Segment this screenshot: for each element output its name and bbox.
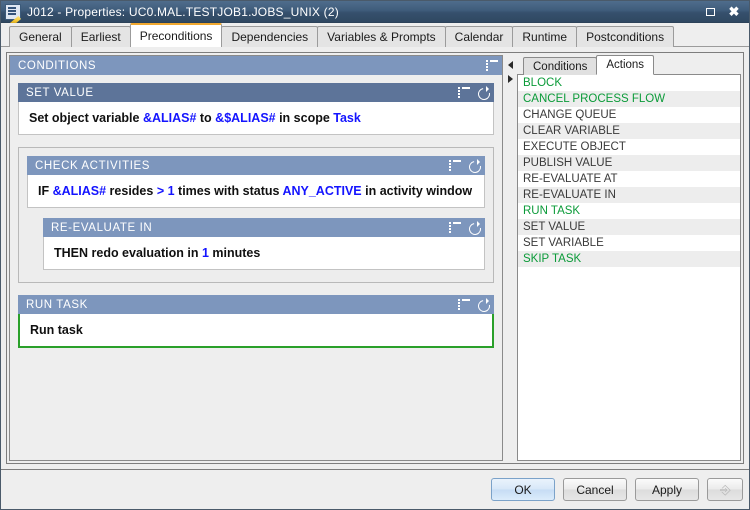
check-activities-header: CHECK ACTIVITIES <box>27 156 485 175</box>
refresh-icon[interactable] <box>468 221 481 234</box>
conditions-panel-title: CONDITIONS <box>18 59 97 72</box>
condition-card-check-activities: CHECK ACTIVITIES IF &ALIAS# resides > 1 … <box>18 147 494 283</box>
run-task-title: RUN TASK <box>26 298 88 311</box>
close-button[interactable]: ✖ <box>723 3 745 21</box>
token-highlight: 1 <box>201 246 209 260</box>
token-highlight: Task <box>333 111 361 125</box>
tab-conditions[interactable]: Conditions <box>523 57 598 75</box>
list-item[interactable]: RE-EVALUATE IN <box>518 187 740 203</box>
list-icon[interactable] <box>458 299 470 310</box>
properties-window: J012 - Properties: UC0.MAL.TESTJOB1.JOBS… <box>0 0 750 510</box>
tab-label: Actions <box>606 59 645 71</box>
list-icon[interactable] <box>449 222 461 233</box>
refresh-icon[interactable] <box>477 86 490 99</box>
token-highlight: ANY_ACTIVE <box>282 184 362 198</box>
title-bar[interactable]: J012 - Properties: UC0.MAL.TESTJOB1.JOBS… <box>1 1 749 23</box>
tab-label: Preconditions <box>139 29 213 43</box>
re-evaluate-in-header: RE-EVALUATE IN <box>43 218 485 237</box>
script-disabled-icon: ⎆ <box>720 481 730 497</box>
maximize-button[interactable] <box>699 3 721 21</box>
set-value-text[interactable]: Set object variable &ALIAS# to &$ALIAS# … <box>18 102 494 135</box>
tab-runtime[interactable]: Runtime <box>512 26 578 47</box>
tab-earliest[interactable]: Earliest <box>70 26 131 47</box>
list-item[interactable]: CHANGE QUEUE <box>518 107 740 123</box>
main-tab-strip: General Earliest Preconditions Dependenc… <box>1 23 749 47</box>
dialog-footer: OK Cancel Apply ⎆ <box>1 469 749 509</box>
tab-variables-prompts[interactable]: Variables & Prompts <box>317 26 446 47</box>
conditions-pane: CONDITIONS SET VALUE Set object variable… <box>9 55 503 461</box>
condition-card-run-task: RUN TASK Run task <box>18 295 494 348</box>
list-item[interactable]: PUBLISH VALUE <box>518 155 740 171</box>
actions-list[interactable]: BLOCK CANCEL PROCESS FLOW CHANGE QUEUE C… <box>517 75 741 461</box>
tab-label: Variables & Prompts <box>327 30 436 44</box>
list-item[interactable]: RUN TASK <box>518 203 740 219</box>
dialog-body: CONDITIONS SET VALUE Set object variable… <box>1 47 749 464</box>
token-highlight: 1 <box>167 184 175 198</box>
conditions-panel: CONDITIONS SET VALUE Set object variable… <box>10 56 502 460</box>
conditions-panel-header: CONDITIONS <box>10 56 502 75</box>
tab-postconditions[interactable]: Postconditions <box>576 26 675 47</box>
tab-label: Conditions <box>533 60 588 73</box>
run-task-text[interactable]: Run task <box>18 314 494 348</box>
tab-dependencies[interactable]: Dependencies <box>221 26 319 47</box>
collapse-right-arrow-icon[interactable] <box>507 75 513 83</box>
set-value-header: SET VALUE <box>18 83 494 102</box>
conditions-panel-icons <box>486 60 498 71</box>
apply-button[interactable]: Apply <box>635 478 699 501</box>
cancel-button[interactable]: Cancel <box>563 478 627 501</box>
list-item[interactable]: SET VALUE <box>518 219 740 235</box>
palette-tab-strip: Conditions Actions <box>517 55 741 75</box>
list-item[interactable]: SET VARIABLE <box>518 235 740 251</box>
tab-preconditions[interactable]: Preconditions <box>129 23 223 47</box>
check-activities-text[interactable]: IF &ALIAS# resides > 1 times with status… <box>27 175 485 208</box>
ok-button[interactable]: OK <box>491 478 555 501</box>
tab-label: Runtime <box>522 30 568 44</box>
tab-label: Calendar <box>454 30 504 44</box>
re-evaluate-in-title: RE-EVALUATE IN <box>51 221 153 234</box>
re-evaluate-in-wrapper: RE-EVALUATE IN THEN redo evaluation in 1… <box>27 208 485 274</box>
tab-actions[interactable]: Actions <box>596 55 655 75</box>
palette-pane: Conditions Actions BLOCK CANCEL PROCESS … <box>517 55 741 461</box>
list-icon[interactable] <box>458 87 470 98</box>
tab-label: Postconditions <box>586 30 665 44</box>
refresh-icon[interactable] <box>468 159 481 172</box>
tab-label: Dependencies <box>231 30 309 44</box>
tab-calendar[interactable]: Calendar <box>444 26 514 47</box>
list-item[interactable]: BLOCK <box>518 75 740 91</box>
token-highlight: &ALIAS# <box>142 111 197 125</box>
collapse-left-arrow-icon[interactable] <box>507 61 513 69</box>
tab-label: General <box>19 30 62 44</box>
window-controls: ✖ <box>699 3 745 21</box>
list-item[interactable]: CANCEL PROCESS FLOW <box>518 91 740 107</box>
list-icon[interactable] <box>486 60 498 71</box>
list-icon[interactable] <box>449 160 461 171</box>
list-item[interactable]: RE-EVALUATE AT <box>518 171 740 187</box>
tab-label: Earliest <box>80 30 121 44</box>
tab-general[interactable]: General <box>9 26 72 47</box>
script-disabled-button: ⎆ <box>707 478 743 501</box>
list-item[interactable]: EXECUTE OBJECT <box>518 139 740 155</box>
set-value-title: SET VALUE <box>26 86 94 99</box>
content-frame: CONDITIONS SET VALUE Set object variable… <box>6 52 744 464</box>
window-title: J012 - Properties: UC0.MAL.TESTJOB1.JOBS… <box>27 4 339 19</box>
properties-edit-icon <box>5 3 21 20</box>
re-evaluate-in-text[interactable]: THEN redo evaluation in 1 minutes <box>43 237 485 270</box>
conditions-panel-body: SET VALUE Set object variable &ALIAS# to… <box>10 75 502 460</box>
refresh-icon[interactable] <box>477 298 490 311</box>
check-activities-title: CHECK ACTIVITIES <box>35 159 151 172</box>
condition-card-set-value: SET VALUE Set object variable &ALIAS# to… <box>18 83 494 135</box>
token-highlight: &ALIAS# <box>52 184 107 198</box>
list-item[interactable]: CLEAR VARIABLE <box>518 123 740 139</box>
token-highlight: &$ALIAS# <box>215 111 276 125</box>
pane-splitter[interactable] <box>503 55 517 461</box>
run-task-header: RUN TASK <box>18 295 494 314</box>
list-item[interactable]: SKIP TASK <box>518 251 740 267</box>
